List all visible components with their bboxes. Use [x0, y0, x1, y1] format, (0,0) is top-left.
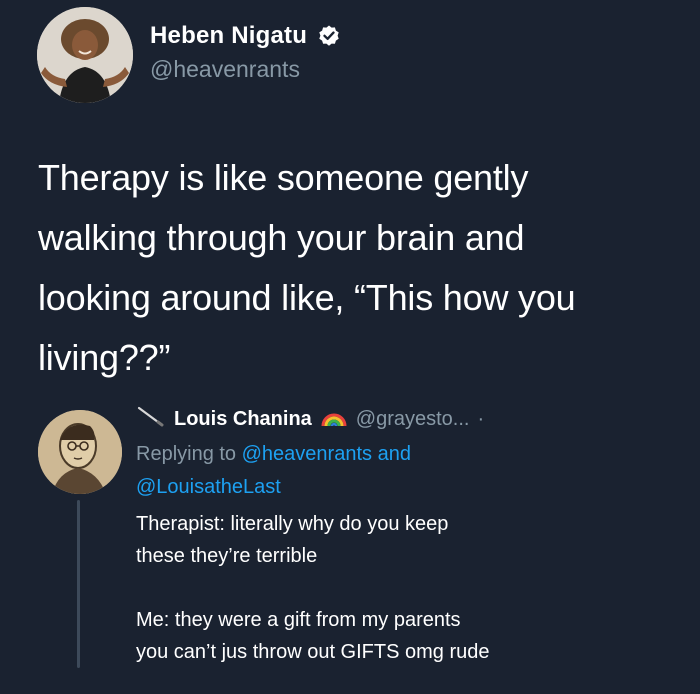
replying-prefix: Replying to: [136, 443, 237, 465]
main-avatar[interactable]: [37, 7, 133, 103]
mention-link[interactable]: @LouisatheLast: [136, 476, 281, 498]
main-name-row: Heben Nigatu: [150, 22, 341, 50]
reply-text: Therapist: literally why do you keep the…: [136, 508, 676, 694]
reply-avatar[interactable]: [38, 410, 122, 494]
reply-line: Me: they were a gift from my parents: [136, 609, 461, 631]
main-display-name[interactable]: Heben Nigatu: [150, 22, 307, 50]
reply-display-name[interactable]: Louis Chanina: [174, 408, 312, 431]
main-tweet-text: Therapy is like someone gently walking t…: [38, 148, 668, 388]
reply-paragraph: Me: they were a gift from my parents you…: [136, 604, 676, 668]
separator-dot: ·: [477, 407, 485, 430]
tweet-line: looking around like, “This how you: [38, 277, 576, 318]
tweet-line: Therapy is like someone gently: [38, 157, 529, 198]
tweet-line: living??”: [38, 337, 171, 378]
reply-header: Louis Chanina @grayesto... ·: [136, 405, 484, 433]
reply-paragraph: Therapist: literally why do you keep the…: [136, 508, 676, 572]
rainbow-icon: [320, 405, 348, 433]
and-word: and: [377, 443, 411, 465]
tweet-line: walking through your brain and: [38, 217, 525, 258]
avatar-illustration: [38, 410, 122, 494]
reply-line: you can’t jus throw out GIFTS omg rude: [136, 641, 490, 663]
verified-badge-icon: [317, 24, 341, 48]
reply-line: Therapist: literally why do you keep: [136, 513, 449, 535]
reply-line: these they’re terrible: [136, 545, 318, 567]
reply-handle[interactable]: @grayesto...: [356, 408, 470, 431]
main-handle[interactable]: @heavenrants: [150, 56, 300, 83]
replying-to: Replying to @heavenrants and @LouisatheL…: [136, 438, 411, 504]
pencil-icon: [136, 405, 166, 433]
tweet-card: Heben Nigatu @heavenrants Therapy is lik…: [0, 0, 700, 694]
avatar-illustration: [37, 7, 133, 103]
mention-link[interactable]: @heavenrants: [242, 443, 372, 465]
thread-line: [77, 500, 80, 668]
